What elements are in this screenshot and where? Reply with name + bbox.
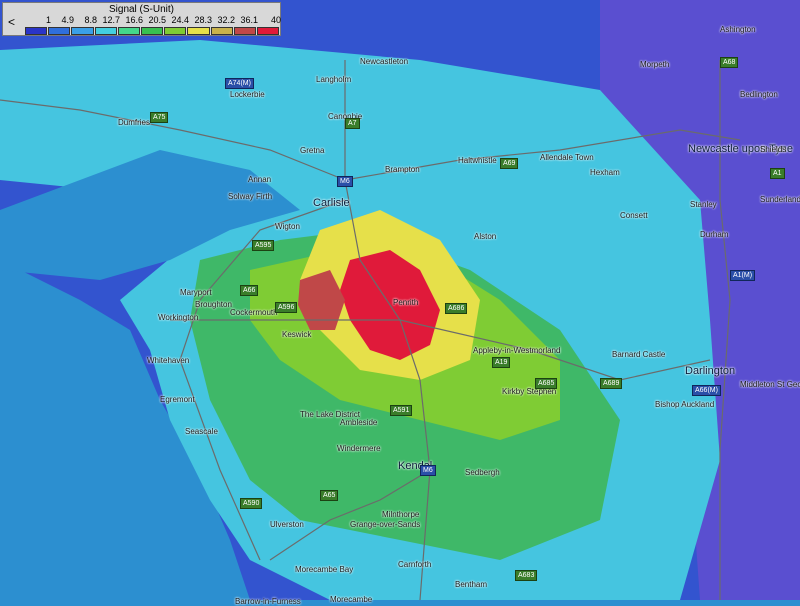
road-label: A68	[720, 57, 739, 68]
road-label: A74(M)	[225, 78, 254, 89]
place-label: Durham	[700, 230, 729, 239]
legend-collapse-arrow[interactable]: <	[8, 15, 15, 29]
road-label: A66(M)	[692, 385, 721, 396]
road-label: M6	[420, 465, 436, 476]
place-label: Bishop Auckland	[655, 400, 715, 409]
place-label: Hexham	[590, 168, 620, 177]
place-label: Newcastleton	[360, 57, 409, 66]
road-label: M6	[337, 176, 353, 187]
legend-swatch	[94, 27, 117, 35]
place-label: Carlisle	[313, 197, 350, 209]
legend-swatch	[117, 27, 140, 35]
place-label: Lockerbie	[230, 90, 265, 99]
road-label: A1	[770, 168, 785, 179]
road-label: A683	[515, 570, 538, 581]
place-label: Alston	[474, 232, 497, 241]
road-label: A591	[390, 405, 413, 416]
road-label: A689	[600, 378, 623, 389]
road-label: A19	[492, 357, 511, 368]
place-label: Carnforth	[398, 560, 432, 569]
place-label: Langholm	[316, 75, 352, 84]
place-label: Bentham	[455, 580, 488, 589]
road-label: A590	[240, 498, 263, 509]
place-label: Grange-over-Sands	[350, 520, 421, 529]
place-label: Ashington	[720, 25, 756, 34]
road-label: A66	[240, 285, 259, 296]
legend-swatches	[25, 27, 280, 35]
place-label: Barnard Castle	[612, 350, 666, 359]
place-label: Broughton	[195, 300, 232, 309]
place-label: Morecambe Bay	[295, 565, 354, 574]
road-label: A686	[445, 303, 468, 314]
place-label: Keswick	[282, 330, 312, 339]
legend-swatch	[25, 27, 48, 35]
place-label: Seascale	[185, 427, 218, 436]
signal-legend: Signal (S-Unit) < 1 4.9 8.8 12.7 16.6 20.5 24.…	[2, 2, 281, 36]
place-label: Ulverston	[270, 520, 304, 529]
road-label: A685	[535, 378, 558, 389]
place-label: Milnthorpe	[382, 510, 420, 519]
road-label: A596	[275, 302, 298, 313]
legend-labels: 1 4.9 8.8 12.7 16.6 20.5 24.4 28.3 32.2 36.1 40	[25, 15, 281, 25]
place-label: Ambleside	[340, 418, 378, 427]
place-label: Allendale Town	[540, 153, 594, 162]
place-label: Egremont	[160, 395, 195, 404]
road-label: A7	[345, 118, 360, 129]
legend-title: Signal (S-Unit)	[108, 4, 175, 15]
place-label: Whitehaven	[147, 356, 190, 365]
legend-swatch	[210, 27, 233, 35]
place-label: Gretna	[300, 146, 325, 155]
place-label: Windermere	[337, 444, 381, 453]
legend-swatch	[48, 27, 71, 35]
legend-swatch	[233, 27, 256, 35]
place-label: Darlington	[685, 365, 736, 377]
road-label: A595	[252, 240, 275, 251]
legend-swatch	[140, 27, 164, 35]
legend-label: 40	[270, 15, 281, 25]
place-label: Annan	[248, 175, 272, 184]
place-label: Dumfries	[118, 118, 151, 127]
place-label: Consett	[620, 211, 648, 220]
legend-swatch	[256, 27, 280, 35]
place-label: Shields	[760, 145, 787, 154]
place-label: Wigton	[275, 222, 300, 231]
road-label: A1(M)	[730, 270, 756, 281]
legend-swatch	[164, 27, 187, 35]
place-label: Sunderland	[760, 195, 800, 204]
place-label: Cockermouth	[230, 308, 278, 317]
road-label: A75	[150, 112, 169, 123]
place-label: Brampton	[385, 165, 420, 174]
place-label: Appleby-in-Westmorland	[473, 346, 561, 355]
legend-swatch	[187, 27, 210, 35]
place-label: Morpeth	[640, 60, 670, 69]
place-label: Solway Firth	[228, 192, 273, 201]
place-label: Sedbergh	[465, 468, 500, 477]
place-label: Stanley	[690, 200, 717, 209]
place-label: Bedlington	[740, 90, 778, 99]
place-label: Middleton St George	[740, 380, 800, 389]
road-label: A69	[500, 158, 519, 169]
place-label: Barrow-in-Furness	[235, 597, 301, 606]
place-label: Haltwhistle	[458, 156, 497, 165]
place-label: Workington	[158, 313, 199, 322]
legend-swatch	[71, 27, 94, 35]
place-label: Maryport	[180, 288, 212, 297]
place-label: Penrith	[393, 298, 419, 307]
road-label: A65	[320, 490, 339, 501]
